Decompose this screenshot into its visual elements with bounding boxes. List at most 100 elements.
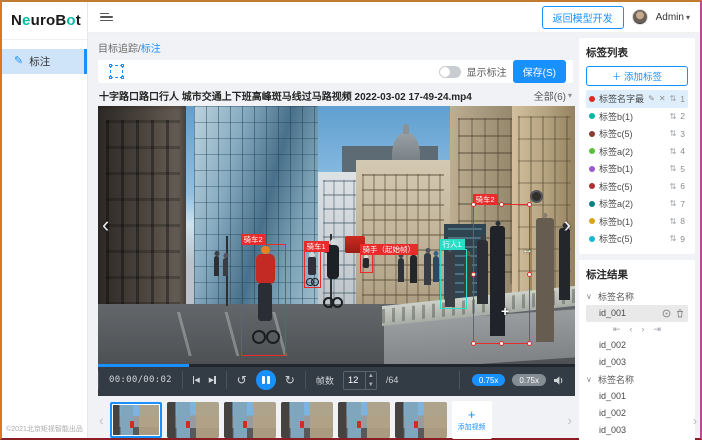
sidebar: NeuroBot ✎ 标注 ©2021北京矩视智能出品 (2, 2, 88, 438)
thumbnails-scroll-right-icon[interactable]: › (566, 412, 573, 428)
video-thumbnail[interactable] (224, 402, 276, 438)
resize-handle[interactable] (471, 202, 476, 207)
tag-color-dot (589, 148, 595, 154)
rect-select-tool-icon[interactable] (110, 65, 123, 78)
resize-handle[interactable] (471, 341, 476, 346)
pager-next-icon[interactable]: › (642, 324, 645, 334)
group-name: 标签名称 (598, 373, 634, 386)
tag-row[interactable]: 标签c(5) ⇅ 6 (586, 178, 688, 196)
sidebar-item-annotate[interactable]: ✎ 标注 (2, 49, 87, 74)
shortcut-icon: ⇅ (670, 199, 677, 208)
result-item[interactable]: id_002 (586, 337, 688, 354)
user-menu[interactable]: Admin ▾ (656, 12, 690, 23)
group-name: 标签名称 (598, 290, 634, 303)
save-button[interactable]: 保存(S) (513, 60, 566, 83)
tag-row-selected[interactable]: 标签名字最长数... ✎ ✕ ⇅ 1 (586, 90, 688, 108)
tag-row[interactable]: 标签a(2) ⇅ 4 (586, 143, 688, 161)
result-item[interactable]: id_003 (586, 354, 688, 371)
frame-step-up-icon[interactable]: ▲ (368, 371, 374, 380)
tag-row[interactable]: 标签c(5) ⇅ 3 (586, 125, 688, 143)
result-group[interactable]: ∨ 标签名称 (586, 288, 688, 305)
annotation-label: 骑车2 (473, 194, 498, 205)
annotation-box[interactable]: 行人1 (440, 249, 467, 309)
thumbnails-scroll-left-icon[interactable]: ‹ (98, 412, 105, 428)
video-thumbnail[interactable] (167, 402, 219, 438)
resize-handle[interactable] (527, 202, 532, 207)
resize-handle[interactable] (471, 272, 476, 277)
brand-segment: N (11, 12, 22, 29)
edit-tag-icon[interactable]: ✎ (648, 95, 655, 103)
thumbnail-strip: ‹ + 添加视频 › (98, 401, 573, 439)
avatar[interactable] (632, 9, 648, 25)
breadcrumb: 目标追踪/标注 (98, 40, 573, 55)
scene-pedestrian (410, 255, 417, 283)
resize-handle[interactable] (527, 341, 532, 346)
add-tag-button[interactable]: ＋ 添加标签 (586, 66, 688, 86)
progress-bar[interactable] (98, 364, 575, 367)
locate-icon[interactable] (662, 309, 671, 318)
pager-last-icon[interactable]: ⇥ (654, 324, 662, 335)
video-thumbnail[interactable] (395, 402, 447, 438)
annotation-box[interactable]: 骑车2 (241, 244, 286, 356)
breadcrumb-parent[interactable]: 目标追踪 (98, 44, 138, 55)
forward-10s-icon[interactable]: ↻ (285, 374, 295, 386)
delete-icon[interactable] (676, 309, 684, 318)
tag-shortcut: 8 (680, 216, 685, 226)
pager-first-icon[interactable]: ⇤ (613, 324, 621, 335)
show-annotation-toggle[interactable] (439, 66, 461, 78)
delete-tag-icon[interactable]: ✕ (659, 95, 666, 103)
result-id: id_003 (599, 425, 626, 435)
video-thumbnail[interactable] (338, 402, 390, 438)
result-group[interactable]: ∨ 标签名称 (586, 371, 688, 388)
next-video-icon[interactable]: › (564, 214, 571, 236)
shortcut-icon: ⇅ (670, 94, 677, 103)
next-frame-button[interactable]: ▶ (209, 376, 216, 384)
result-item[interactable]: id_002 (586, 405, 688, 422)
pause-button[interactable] (256, 370, 276, 390)
pager-prev-icon[interactable]: ‹ (630, 324, 633, 334)
tag-row[interactable]: 标签b(1) ⇅ 2 (586, 108, 688, 126)
rewind-10s-icon[interactable]: ↺ (237, 374, 247, 386)
tag-shortcut: 9 (680, 234, 685, 244)
brand-segment: o (66, 12, 75, 29)
annotation-results-card: 标注结果 ∨ 标签名称 id_001 (579, 260, 695, 440)
frame-total-label: /64 (386, 375, 399, 385)
result-item[interactable]: id_001 (586, 388, 688, 405)
tag-row[interactable]: 标签c(5) ⇅ 9 (586, 230, 688, 248)
video-frame[interactable]: 骑车2 骑车1 骑手（起始帧） 骑车2 (98, 106, 575, 364)
tag-row[interactable]: 标签b(1) ⇅ 5 (586, 160, 688, 178)
resize-handle[interactable] (527, 272, 532, 277)
speed-pill[interactable]: 0.75x (512, 374, 546, 386)
resize-handle[interactable] (499, 341, 504, 346)
tag-shortcut: 2 (680, 111, 685, 121)
video-thumbnail-selected[interactable] (110, 402, 162, 438)
annotation-box-selected[interactable]: 骑车2 (473, 204, 530, 344)
back-to-model-dev-button[interactable]: 返回模型开发 (542, 6, 624, 29)
time-display: 00:00/00:02 (109, 375, 172, 385)
brand-logo: NeuroBot (2, 2, 87, 40)
tag-name: 标签c(5) (599, 232, 666, 245)
tag-row[interactable]: 标签a(2) ⇅ 7 (586, 195, 688, 213)
top-bar: 返回模型开发 Admin ▾ (88, 2, 700, 33)
shortcut-icon: ⇅ (670, 129, 677, 138)
result-item[interactable]: id_003 (586, 422, 688, 439)
annotation-box[interactable]: 骑车1 (304, 251, 321, 288)
result-item-selected[interactable]: id_001 (586, 305, 688, 322)
tag-shortcut: 3 (680, 129, 685, 139)
prev-video-icon[interactable]: ‹ (102, 214, 109, 236)
resize-handle[interactable] (499, 202, 504, 207)
filter-dropdown[interactable]: 全部(6) ▾ (534, 88, 572, 103)
results-title: 标注结果 (586, 267, 688, 282)
volume-icon[interactable] (553, 375, 565, 386)
player-controls: 00:00/00:02 ◀ ▶ ↺ ↻ 帧数 (98, 364, 575, 396)
video-thumbnail[interactable] (281, 402, 333, 438)
menu-collapse-icon[interactable] (100, 13, 113, 22)
annotation-box[interactable]: 骑手（起始帧） (360, 254, 373, 273)
panel-scroll-right-icon[interactable]: › (693, 414, 697, 428)
speed-pill-active[interactable]: 0.75x (472, 374, 506, 386)
prev-frame-button[interactable]: ◀ (193, 376, 200, 384)
frame-number-input[interactable]: 12 ▲ ▼ (343, 371, 377, 390)
add-video-button[interactable]: + 添加视频 (452, 401, 492, 439)
tag-row[interactable]: 标签b(1) ⇅ 8 (586, 213, 688, 231)
frame-step-down-icon[interactable]: ▼ (368, 380, 374, 389)
